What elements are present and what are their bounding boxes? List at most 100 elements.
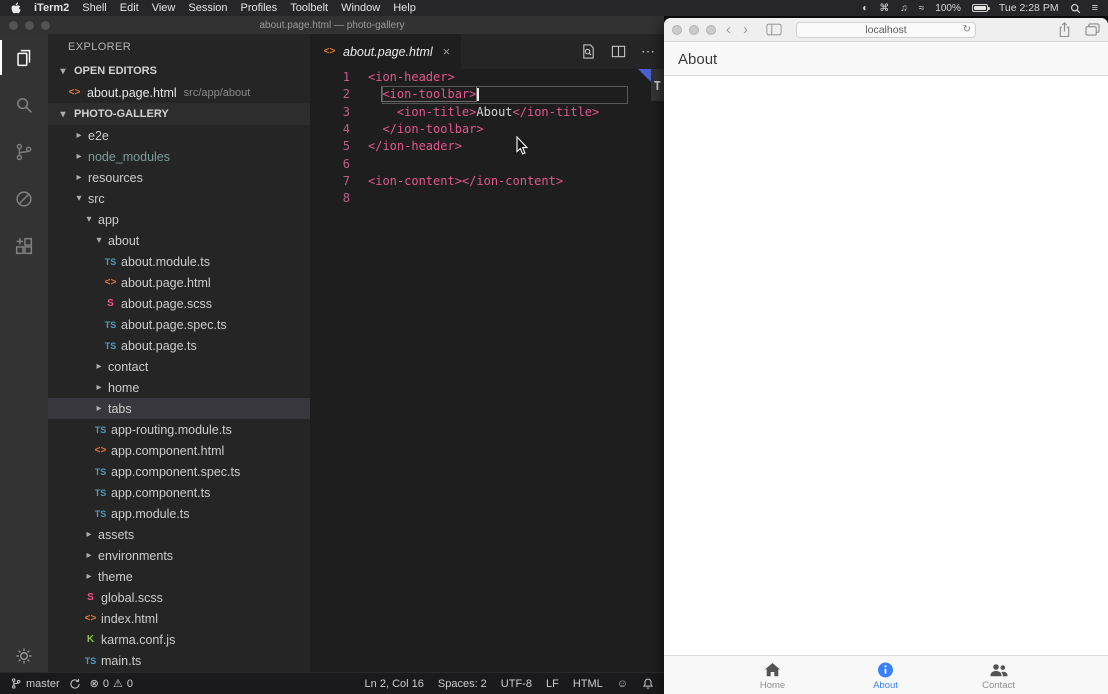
line-number: 8 bbox=[310, 190, 350, 207]
activitybar-extensions[interactable] bbox=[0, 222, 48, 269]
minimize-window-button[interactable] bbox=[689, 25, 699, 35]
more-actions-icon[interactable]: ⋯ bbox=[641, 43, 656, 60]
menubar-status-icon-2[interactable]: ⌘ bbox=[879, 3, 889, 14]
statusbar-cursor-position[interactable]: Ln 2, Col 16 bbox=[365, 678, 424, 690]
statusbar-indentation[interactable]: Spaces: 2 bbox=[438, 678, 487, 690]
menu-item[interactable]: Window bbox=[341, 2, 380, 14]
warning-icon: ⚠ bbox=[113, 677, 123, 690]
feedback-smiley-icon[interactable]: ☺ bbox=[617, 678, 628, 690]
tab-about[interactable]: About bbox=[829, 656, 942, 694]
minimize-window-button[interactable] bbox=[25, 21, 34, 30]
menu-item[interactable]: View bbox=[152, 2, 176, 14]
search-in-file-icon[interactable] bbox=[581, 44, 596, 59]
tree-item[interactable]: ▸home bbox=[48, 377, 310, 398]
tree-item[interactable]: ▸e2e bbox=[48, 125, 310, 146]
tree-item[interactable]: ▸assets bbox=[48, 524, 310, 545]
tree-item[interactable]: TSapp.component.ts bbox=[48, 482, 310, 503]
tree-item[interactable]: <>index.html bbox=[48, 608, 310, 629]
menu-item[interactable]: iTerm2 bbox=[34, 2, 69, 14]
tabs-overview-icon[interactable] bbox=[1085, 23, 1100, 36]
zoom-window-button[interactable] bbox=[706, 25, 716, 35]
statusbar-encoding[interactable]: UTF-8 bbox=[501, 678, 532, 690]
menu-item[interactable]: Edit bbox=[120, 2, 139, 14]
close-window-button[interactable] bbox=[672, 25, 682, 35]
tree-item[interactable]: ▾src bbox=[48, 188, 310, 209]
tree-item[interactable]: ▸environments bbox=[48, 545, 310, 566]
menubar-status-icon-4[interactable]: ≈ bbox=[919, 3, 925, 14]
tree-item[interactable]: Sabout.page.scss bbox=[48, 293, 310, 314]
menu-item[interactable]: Profiles bbox=[241, 2, 278, 14]
chevron-right-icon: ▸ bbox=[82, 571, 96, 582]
sync-changes-button[interactable] bbox=[69, 678, 81, 690]
vscode-title-bar[interactable]: about.page.html — photo-gallery bbox=[0, 16, 664, 34]
close-window-button[interactable] bbox=[9, 21, 18, 30]
ts-file-icon: TS bbox=[92, 467, 109, 477]
chevron-right-icon: ▸ bbox=[92, 361, 106, 372]
address-bar[interactable]: localhost ↻ bbox=[796, 22, 976, 38]
chevron-down-icon: ▾ bbox=[72, 193, 86, 204]
menu-item[interactable]: Toolbelt bbox=[290, 2, 328, 14]
menu-item[interactable]: Shell bbox=[82, 2, 106, 14]
tree-item[interactable]: ▸node_modules bbox=[48, 146, 310, 167]
vscode-window: about.page.html — photo-gallery EXPLORER… bbox=[0, 16, 664, 694]
back-button[interactable]: ‹ bbox=[726, 22, 731, 37]
tree-item-label: app.component.ts bbox=[111, 486, 210, 500]
spotlight-icon[interactable] bbox=[1070, 3, 1081, 14]
statusbar-language-mode[interactable]: HTML bbox=[573, 678, 603, 690]
battery-icon[interactable] bbox=[972, 4, 988, 12]
menubar-status-icon-1[interactable]: ◐ bbox=[862, 3, 868, 14]
tree-item[interactable]: ▾about bbox=[48, 230, 310, 251]
notifications-bell-icon[interactable] bbox=[642, 677, 654, 690]
tree-item[interactable]: TSapp-routing.module.ts bbox=[48, 419, 310, 440]
open-editors-section[interactable]: ▾ OPEN EDITORS bbox=[48, 60, 310, 82]
tree-item[interactable]: TSabout.module.ts bbox=[48, 251, 310, 272]
code-text: </ion-header> bbox=[350, 138, 462, 155]
git-branch-indicator[interactable]: master bbox=[10, 677, 60, 690]
tree-item[interactable]: ▸resources bbox=[48, 167, 310, 188]
menubar-status-icon-3[interactable]: ♫ bbox=[900, 3, 908, 14]
zoom-window-button[interactable] bbox=[41, 21, 50, 30]
sidebar-icon[interactable] bbox=[766, 23, 782, 36]
menu-item[interactable]: Session bbox=[188, 2, 227, 14]
refresh-icon[interactable]: ↻ bbox=[963, 23, 971, 37]
tree-item[interactable]: <>about.page.html bbox=[48, 272, 310, 293]
close-tab-icon[interactable]: × bbox=[443, 44, 451, 59]
code-area[interactable]: 1<ion-header>2 <ion-toolbar>3 <ion-title… bbox=[310, 69, 664, 672]
menu-bar-clock[interactable]: Tue 2:28 PM bbox=[999, 2, 1059, 14]
notification-center-icon[interactable]: ≡ bbox=[1092, 2, 1098, 14]
share-icon[interactable] bbox=[1058, 22, 1071, 38]
tree-item[interactable]: ▸theme bbox=[48, 566, 310, 587]
project-section[interactable]: ▾ PHOTO-GALLERY bbox=[48, 103, 310, 125]
open-editor-item[interactable]: <> about.page.html src/app/about bbox=[48, 82, 310, 103]
activitybar-source-control[interactable] bbox=[0, 128, 48, 175]
statusbar-eol[interactable]: LF bbox=[546, 678, 559, 690]
tree-item[interactable]: <>app.component.html bbox=[48, 440, 310, 461]
tree-item-label: index.html bbox=[101, 612, 158, 626]
project-label: PHOTO-GALLERY bbox=[74, 108, 169, 120]
tree-item[interactable]: ▸tabs bbox=[48, 398, 310, 419]
apple-menu-icon[interactable] bbox=[10, 2, 21, 15]
activitybar-search[interactable] bbox=[0, 81, 48, 128]
tree-item[interactable]: TSapp.module.ts bbox=[48, 503, 310, 524]
tab-about-page-html[interactable]: <> about.page.html × bbox=[310, 34, 461, 69]
split-editor-icon[interactable] bbox=[611, 44, 626, 59]
settings-gear-icon[interactable] bbox=[14, 646, 34, 666]
tree-item[interactable]: TSmain.ts bbox=[48, 650, 310, 671]
tree-item[interactable]: TSapp.component.spec.ts bbox=[48, 461, 310, 482]
tree-item[interactable]: TSabout.page.ts bbox=[48, 335, 310, 356]
tree-item[interactable]: Sglobal.scss bbox=[48, 587, 310, 608]
forward-button[interactable]: › bbox=[743, 22, 748, 37]
activitybar-debug[interactable] bbox=[0, 175, 48, 222]
activitybar-explorer[interactable] bbox=[0, 34, 48, 81]
tree-item[interactable]: ▸contact bbox=[48, 356, 310, 377]
menu-item[interactable]: Help bbox=[393, 2, 416, 14]
tab-home[interactable]: Home bbox=[716, 656, 829, 694]
tab-contact[interactable]: Contact bbox=[942, 656, 1055, 694]
tree-item[interactable]: TSabout.page.spec.ts bbox=[48, 314, 310, 335]
ion-content bbox=[664, 76, 1108, 655]
tree-item[interactable]: Kkarma.conf.js bbox=[48, 629, 310, 650]
code-token: </ion-header> bbox=[368, 139, 462, 153]
tree-item[interactable]: ▾app bbox=[48, 209, 310, 230]
code-line: 7<ion-content></ion-content> bbox=[310, 173, 664, 190]
problems-indicator[interactable]: ⊗ 0 ⚠ 0 bbox=[90, 677, 133, 690]
